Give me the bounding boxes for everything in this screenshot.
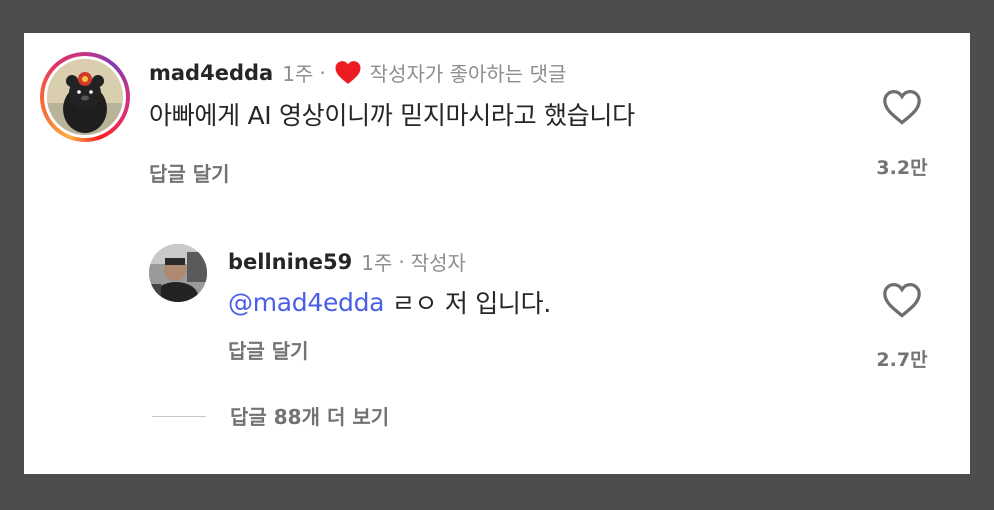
- reply-avatar[interactable]: [149, 244, 207, 302]
- like-count: 2.7만: [876, 349, 928, 371]
- reply-header: bellnine59 1주 · 작성자: [228, 247, 466, 276]
- like-heart-icon[interactable]: [882, 282, 922, 318]
- separator-dot: ·: [319, 60, 326, 85]
- like-heart-icon[interactable]: [882, 89, 922, 125]
- separator-dot: ·: [398, 249, 405, 274]
- reply-body: ㄹㅇ 저 입니다.: [384, 289, 551, 318]
- reply-username[interactable]: bellnine59: [228, 250, 352, 274]
- replies-divider: [152, 416, 206, 417]
- commenter-avatar[interactable]: [40, 52, 130, 142]
- author-badge: 작성자: [410, 251, 466, 275]
- author-liked-label: 작성자가 좋아하는 댓글: [369, 62, 567, 86]
- reply-avatar-photo: [149, 244, 207, 302]
- reply-button[interactable]: 답글 달기: [228, 335, 309, 364]
- bear-figure-image: [47, 59, 123, 135]
- comment-card: mad4edda 1주 · 작성자가 좋아하는 댓글 아빠에게 AI 영상이니까…: [24, 33, 970, 474]
- like-count: 3.2만: [876, 157, 928, 179]
- comment-time: 1주: [282, 62, 314, 86]
- mention-link[interactable]: @mad4edda: [228, 288, 384, 317]
- comment-header: mad4edda 1주 · 작성자가 좋아하는 댓글: [149, 58, 566, 87]
- view-more-replies-button[interactable]: 답글 88개 더 보기: [230, 401, 389, 430]
- reply-time: 1주: [361, 251, 393, 275]
- reply-button[interactable]: 답글 달기: [149, 158, 230, 187]
- author-liked-heart-icon: [334, 60, 362, 85]
- reply-text: @mad4edda ㄹㅇ 저 입니다.: [228, 284, 551, 320]
- comment-text: 아빠에게 AI 영상이니까 믿지마시라고 했습니다: [149, 101, 635, 130]
- avatar-photo: [47, 59, 123, 135]
- comment-username[interactable]: mad4edda: [149, 61, 273, 85]
